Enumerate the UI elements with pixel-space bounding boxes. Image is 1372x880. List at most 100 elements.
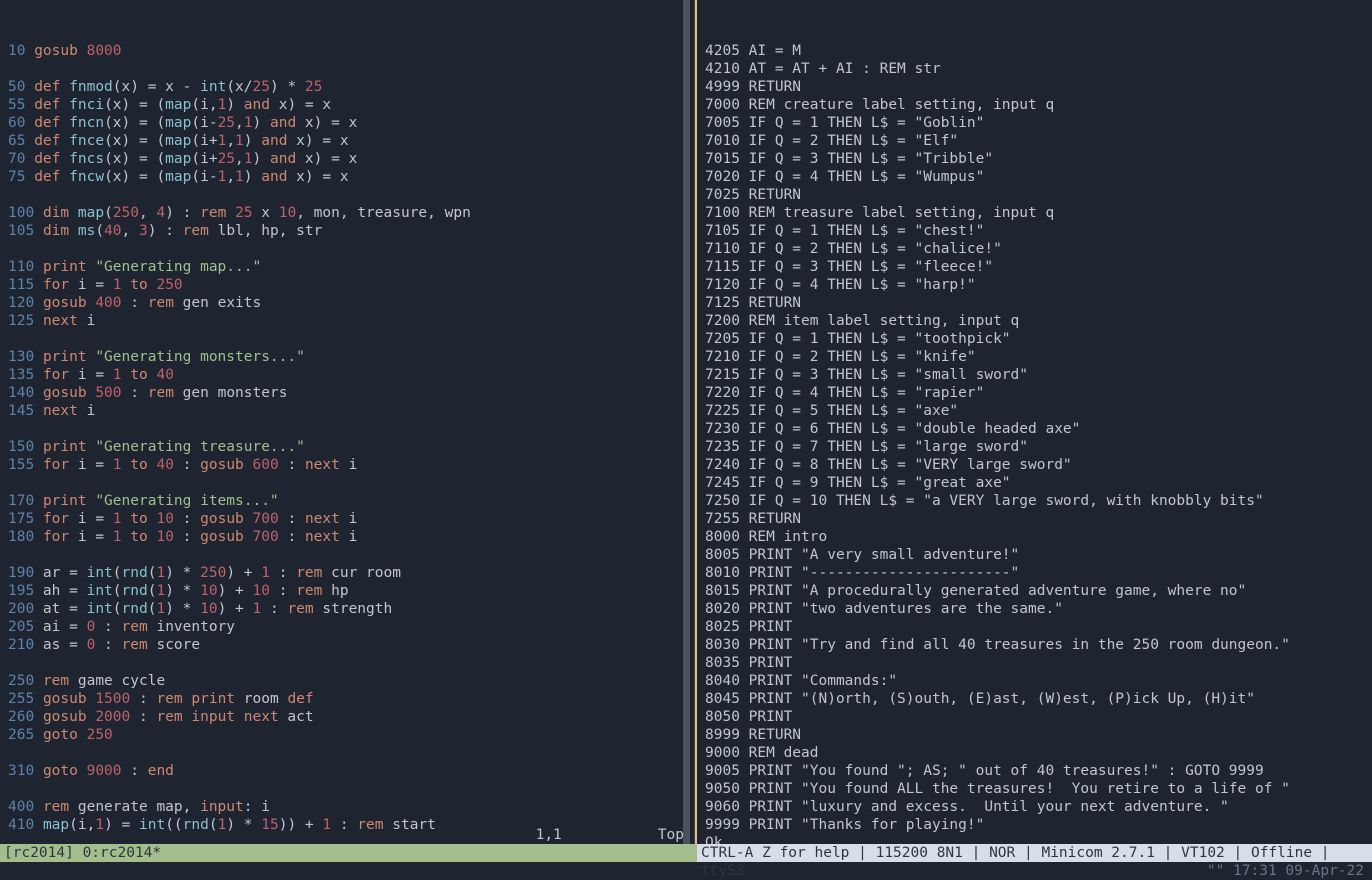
- editor-container: 10 gosub 8000 50 def fnmod(x) = x - int(…: [0, 0, 1372, 844]
- code-line[interactable]: 120 gosub 400 : rem gen exits: [8, 294, 694, 312]
- code-line[interactable]: 70 def fncs(x) = (map(i+25,1) and x) = x: [8, 150, 694, 168]
- terminal-line: 8050 PRINT: [705, 708, 1372, 726]
- right-terminal-pane[interactable]: 4205 AI = M4210 AT = AT + AI : REM str49…: [695, 0, 1372, 844]
- code-line[interactable]: 265 goto 250: [8, 726, 694, 744]
- terminal-line: 7020 IF Q = 4 THEN L$ = "Wumpus": [705, 168, 1372, 186]
- terminal-line: 7015 IF Q = 3 THEN L$ = "Tribble": [705, 150, 1372, 168]
- terminal-line: 8035 PRINT: [705, 654, 1372, 672]
- terminal-line: 8025 PRINT: [705, 618, 1372, 636]
- code-line[interactable]: 115 for i = 1 to 250: [8, 276, 694, 294]
- terminal-line: 7110 IF Q = 2 THEN L$ = "chalice!": [705, 240, 1372, 258]
- terminal-line: 7005 IF Q = 1 THEN L$ = "Goblin": [705, 114, 1372, 132]
- terminal-line: 9999 PRINT "Thanks for playing!": [705, 816, 1372, 834]
- terminal-line: 4205 AI = M: [705, 42, 1372, 60]
- code-line[interactable]: 105 dim ms(40, 3) : rem lbl, hp, str: [8, 222, 694, 240]
- ruler-position: 1,1 Top: [536, 826, 684, 844]
- terminal-line: 7225 IF Q = 5 THEN L$ = "axe": [705, 402, 1372, 420]
- code-line[interactable]: [8, 654, 694, 672]
- terminal-line: 7210 IF Q = 2 THEN L$ = "knife": [705, 348, 1372, 366]
- terminal-line: 8015 PRINT "A procedurally generated adv…: [705, 582, 1372, 600]
- code-line[interactable]: 175 for i = 1 to 10 : gosub 700 : next i: [8, 510, 694, 528]
- terminal-line: 7000 REM creature label setting, input q: [705, 96, 1372, 114]
- code-line[interactable]: [8, 780, 694, 798]
- left-code-area[interactable]: 10 gosub 8000 50 def fnmod(x) = x - int(…: [8, 42, 694, 844]
- terminal-line: 9005 PRINT "You found "; AS; " out of 40…: [705, 762, 1372, 780]
- tmux-status-left: [rc2014] 0:rc2014*: [0, 844, 697, 862]
- terminal-line: 7245 IF Q = 9 THEN L$ = "great axe": [705, 474, 1372, 492]
- code-line[interactable]: 310 goto 9000 : end: [8, 762, 694, 780]
- code-line[interactable]: 65 def fnce(x) = (map(i+1,1) and x) = x: [8, 132, 694, 150]
- code-line[interactable]: 50 def fnmod(x) = x - int(x/25) * 25: [8, 78, 694, 96]
- code-line[interactable]: 150 print "Generating treasure...": [8, 438, 694, 456]
- code-line[interactable]: 110 print "Generating map...": [8, 258, 694, 276]
- terminal-line: 4210 AT = AT + AI : REM str: [705, 60, 1372, 78]
- bottom-info-bar: "" 17:31 09-Apr-22: [0, 862, 1372, 880]
- code-line[interactable]: 145 next i: [8, 402, 694, 420]
- terminal-line: 7125 RETURN: [705, 294, 1372, 312]
- terminal-line: 8005 PRINT "A very small adventure!": [705, 546, 1372, 564]
- terminal-line: 8999 RETURN: [705, 726, 1372, 744]
- left-editor-pane[interactable]: 10 gosub 8000 50 def fnmod(x) = x - int(…: [0, 0, 695, 844]
- terminal-line: 7115 IF Q = 3 THEN L$ = "fleece!": [705, 258, 1372, 276]
- terminal-line: 7120 IF Q = 4 THEN L$ = "harp!": [705, 276, 1372, 294]
- terminal-line: 7235 IF Q = 7 THEN L$ = "large sword": [705, 438, 1372, 456]
- code-line[interactable]: 195 ah = int(rnd(1) * 10) + 10 : rem hp: [8, 582, 694, 600]
- terminal-line: 7100 REM treasure label setting, input q: [705, 204, 1372, 222]
- minicom-status-right: CTRL-A Z for help | 115200 8N1 | NOR | M…: [697, 844, 1372, 862]
- terminal-line: 7240 IF Q = 8 THEN L$ = "VERY large swor…: [705, 456, 1372, 474]
- code-line[interactable]: [8, 240, 694, 258]
- terminal-line: 7205 IF Q = 1 THEN L$ = "toothpick": [705, 330, 1372, 348]
- terminal-line: 7255 RETURN: [705, 510, 1372, 528]
- code-line[interactable]: 170 print "Generating items...": [8, 492, 694, 510]
- code-line[interactable]: 140 gosub 500 : rem gen monsters: [8, 384, 694, 402]
- terminal-line: 7230 IF Q = 6 THEN L$ = "double headed a…: [705, 420, 1372, 438]
- terminal-line: 8020 PRINT "two adventures are the same.…: [705, 600, 1372, 618]
- code-line[interactable]: 260 gosub 2000 : rem input next act: [8, 708, 694, 726]
- clock-date: "" 17:31 09-Apr-22: [1207, 863, 1364, 879]
- code-line[interactable]: 155 for i = 1 to 40 : gosub 600 : next i: [8, 456, 694, 474]
- code-line[interactable]: [8, 60, 694, 78]
- terminal-line: 8000 REM intro: [705, 528, 1372, 546]
- code-line[interactable]: 190 ar = int(rnd(1) * 250) + 1 : rem cur…: [8, 564, 694, 582]
- code-line[interactable]: 75 def fncw(x) = (map(i-1,1) and x) = x: [8, 168, 694, 186]
- terminal-line: 7250 IF Q = 10 THEN L$ = "a VERY large s…: [705, 492, 1372, 510]
- code-line[interactable]: [8, 420, 694, 438]
- code-line[interactable]: 400 rem generate map, input: i: [8, 798, 694, 816]
- terminal-line: 7215 IF Q = 3 THEN L$ = "small sword": [705, 366, 1372, 384]
- terminal-line: 7025 RETURN: [705, 186, 1372, 204]
- code-line[interactable]: 210 as = 0 : rem score: [8, 636, 694, 654]
- code-line[interactable]: [8, 546, 694, 564]
- status-bar: [rc2014] 0:rc2014* CTRL-A Z for help | 1…: [0, 844, 1372, 862]
- code-line[interactable]: 135 for i = 1 to 40: [8, 366, 694, 384]
- code-line[interactable]: 180 for i = 1 to 10 : gosub 700 : next i: [8, 528, 694, 546]
- terminal-line: 8030 PRINT "Try and find all 40 treasure…: [705, 636, 1372, 654]
- code-line[interactable]: 10 gosub 8000: [8, 42, 694, 60]
- terminal-line: 7010 IF Q = 2 THEN L$ = "Elf": [705, 132, 1372, 150]
- code-line[interactable]: 130 print "Generating monsters...": [8, 348, 694, 366]
- terminal-line: 8040 PRINT "Commands:": [705, 672, 1372, 690]
- code-line[interactable]: 255 gosub 1500 : rem print room def: [8, 690, 694, 708]
- terminal-line: 4999 RETURN: [705, 78, 1372, 96]
- terminal-line: Ok: [705, 834, 1372, 844]
- terminal-line: 7200 REM item label setting, input q: [705, 312, 1372, 330]
- code-line[interactable]: 60 def fncn(x) = (map(i-25,1) and x) = x: [8, 114, 694, 132]
- terminal-line: 7220 IF Q = 4 THEN L$ = "rapier": [705, 384, 1372, 402]
- code-line[interactable]: [8, 474, 694, 492]
- terminal-line: 9000 REM dead: [705, 744, 1372, 762]
- code-line[interactable]: 205 ai = 0 : rem inventory: [8, 618, 694, 636]
- code-line[interactable]: 125 next i: [8, 312, 694, 330]
- code-line[interactable]: [8, 330, 694, 348]
- code-line[interactable]: 200 at = int(rnd(1) * 10) + 1 : rem stre…: [8, 600, 694, 618]
- terminal-line: 7105 IF Q = 1 THEN L$ = "chest!": [705, 222, 1372, 240]
- terminal-line: 8045 PRINT "(N)orth, (S)outh, (E)ast, (W…: [705, 690, 1372, 708]
- right-terminal-output[interactable]: 4205 AI = M4210 AT = AT + AI : REM str49…: [705, 42, 1372, 844]
- code-line[interactable]: 250 rem game cycle: [8, 672, 694, 690]
- terminal-line: 9060 PRINT "luxury and excess. Until you…: [705, 798, 1372, 816]
- code-line[interactable]: 55 def fnci(x) = (map(i,1) and x) = x: [8, 96, 694, 114]
- code-line[interactable]: [8, 744, 694, 762]
- code-line[interactable]: 100 dim map(250, 4) : rem 25 x 10, mon, …: [8, 204, 694, 222]
- scrollbar[interactable]: [683, 0, 690, 844]
- terminal-line: 9050 PRINT "You found ALL the treasures!…: [705, 780, 1372, 798]
- code-line[interactable]: [8, 186, 694, 204]
- terminal-line: 8010 PRINT "-----------------------": [705, 564, 1372, 582]
